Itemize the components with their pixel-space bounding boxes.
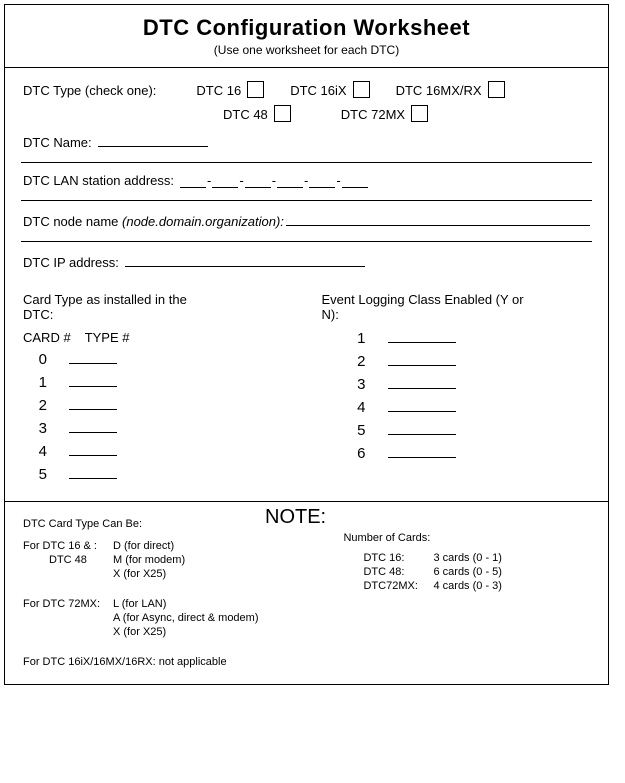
card-col-typenum: TYPE # — [85, 330, 130, 345]
option-dtc72mx: DTC 72MX — [341, 102, 428, 122]
card-type-field[interactable] — [69, 466, 117, 479]
card-type-field[interactable] — [69, 374, 117, 387]
event-row: 6 — [322, 445, 591, 462]
notes-left: DTC Card Type Can Be: For DTC 16 & : D (… — [23, 516, 343, 670]
checkbox-dtc72mx[interactable] — [411, 105, 428, 122]
dtc-type-section: DTC Type (check one): DTC 16 DTC 16iX DT… — [5, 68, 608, 162]
dtc-name-field[interactable] — [98, 132, 208, 147]
worksheet-frame: DTC Configuration Worksheet (Use one wor… — [4, 4, 609, 685]
card-type-field[interactable] — [69, 351, 117, 364]
card-type-heading: Card Type as installed in the DTC: — [23, 292, 203, 322]
event-row: 3 — [322, 376, 591, 393]
number-of-cards-heading: Number of Cards: — [343, 532, 590, 544]
card-type-field[interactable] — [69, 397, 117, 410]
option-dtc16: DTC 16 — [196, 78, 264, 98]
tables-section: Card Type as installed in the DTC: CARD … — [5, 282, 608, 501]
event-field[interactable] — [388, 353, 456, 366]
ip-address-row: DTC IP address: — [23, 252, 590, 270]
event-field[interactable] — [388, 422, 456, 435]
dtc-type-label: DTC Type (check one): — [23, 83, 156, 98]
event-field[interactable] — [388, 330, 456, 343]
event-logging-heading: Event Logging Class Enabled (Y or N): — [322, 292, 542, 322]
event-field[interactable] — [388, 376, 456, 389]
checkbox-dtc16[interactable] — [247, 81, 264, 98]
node-name-row: DTC node name (node.domain.organization)… — [23, 211, 590, 229]
option-dtc48: DTC 48 — [223, 102, 291, 122]
option-dtc16mxrx: DTC 16MX/RX — [396, 78, 505, 98]
card-type-field[interactable] — [69, 420, 117, 433]
notes-right: Number of Cards: DTC 16:3 cards (0 - 1) … — [343, 516, 590, 670]
checkbox-dtc16mxrx[interactable] — [488, 81, 505, 98]
card-col-cardnum: CARD # — [23, 330, 71, 345]
lan-address-row: DTC LAN station address: ----- — [23, 173, 590, 188]
event-logging-block: Event Logging Class Enabled (Y or N): 1 … — [322, 292, 591, 489]
event-row: 5 — [322, 422, 591, 439]
lan-address-label: DTC LAN station address: — [23, 173, 174, 188]
card-type-block: Card Type as installed in the DTC: CARD … — [23, 292, 292, 489]
card-row: 2 — [23, 397, 292, 414]
card-row: 1 — [23, 374, 292, 391]
ip-address-field[interactable] — [125, 252, 365, 267]
event-row: 2 — [322, 353, 591, 370]
event-field[interactable] — [388, 445, 456, 458]
card-row: 0 — [23, 351, 292, 368]
page-title: DTC Configuration Worksheet — [5, 15, 608, 41]
node-name-label: DTC node name — [23, 214, 118, 229]
event-field[interactable] — [388, 399, 456, 412]
card-row: 5 — [23, 466, 292, 483]
checkbox-dtc16ix[interactable] — [353, 81, 370, 98]
note-heading: NOTE: — [265, 506, 326, 529]
option-dtc16ix: DTC 16iX — [290, 78, 369, 98]
card-row: 4 — [23, 443, 292, 460]
event-row: 4 — [322, 399, 591, 416]
notes-section: NOTE: DTC Card Type Can Be: For DTC 16 &… — [5, 502, 608, 684]
card-type-field[interactable] — [69, 443, 117, 456]
node-name-field[interactable] — [286, 211, 590, 226]
ip-address-label: DTC IP address: — [23, 255, 119, 270]
page-subtitle: (Use one worksheet for each DTC) — [5, 43, 608, 57]
checkbox-dtc48[interactable] — [274, 105, 291, 122]
dtc-name-label: DTC Name: — [23, 135, 92, 150]
node-name-hint: (node.domain.organization): — [122, 214, 284, 229]
lan-address-field[interactable]: ----- — [180, 173, 368, 188]
event-row: 1 — [322, 330, 591, 347]
header: DTC Configuration Worksheet (Use one wor… — [5, 5, 608, 67]
card-row: 3 — [23, 420, 292, 437]
